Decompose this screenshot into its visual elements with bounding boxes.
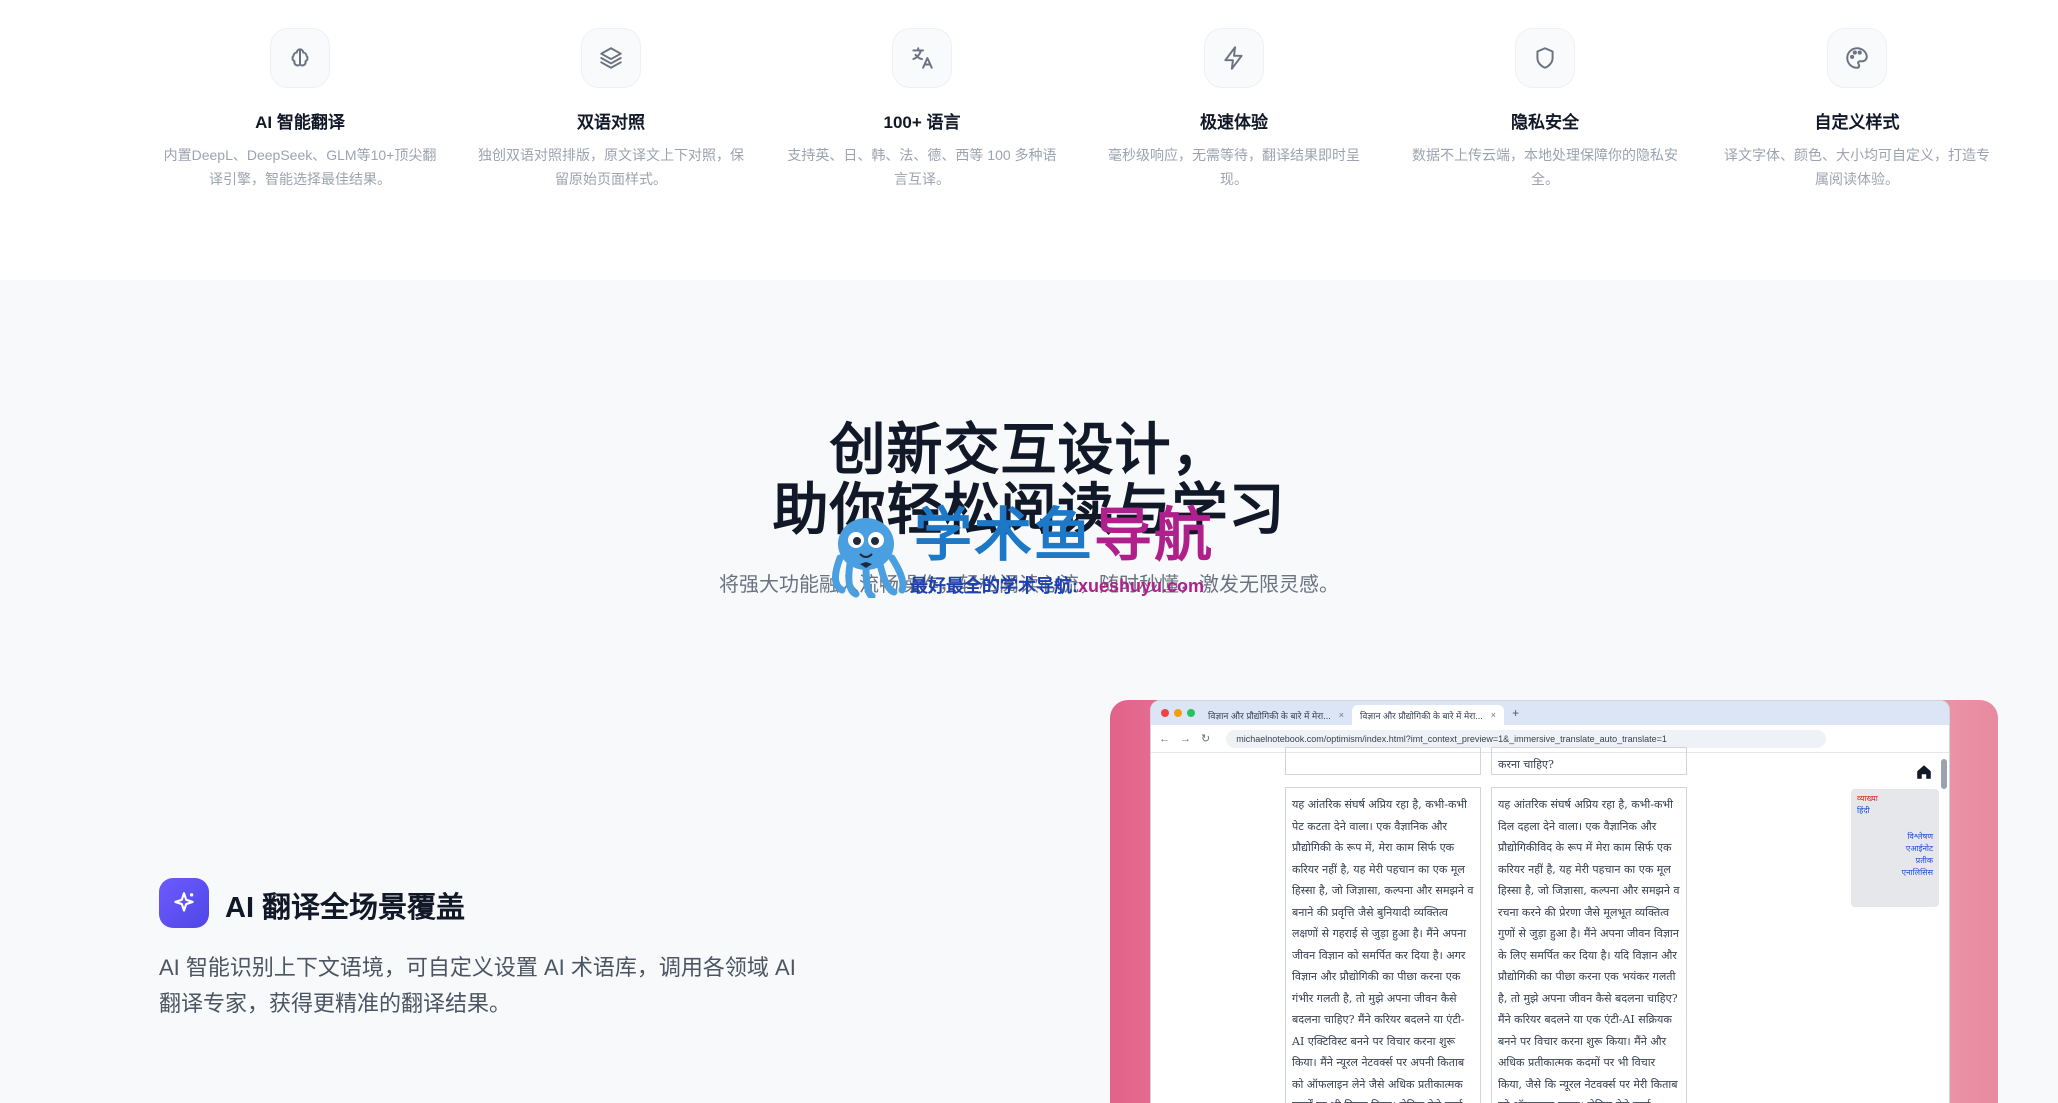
home-icon[interactable]	[1915, 763, 1933, 781]
scrollbar[interactable]	[1941, 759, 1947, 789]
feature-strip: AI 智能翻译 内置DeepL、DeepSeek、GLM等10+顶尖翻译引擎，智…	[0, 0, 2058, 280]
feature-privacy: 隐私安全 数据不上传云端，本地处理保障你的隐私安全。	[1400, 28, 1690, 191]
feature-detail-desc: AI 智能识别上下文语境，可自定义设置 AI 术语库，调用各领域 AI 翻译专家…	[159, 955, 796, 1016]
browser-window: विज्ञान और प्रौद्योगिकी के बारे में मेरा…	[1150, 700, 1950, 1103]
feature-desc: 毫秒级响应，无需等待，翻译结果即时呈现。	[1108, 147, 1360, 187]
feature-speed: 极速体验 毫秒级响应，无需等待，翻译结果即时呈现。	[1089, 28, 1379, 191]
feature-bilingual: 双语对照 独创双语对照排版，原文译文上下对照，保留原始页面样式。	[466, 28, 756, 191]
reload-icon[interactable]: ↻	[1201, 732, 1210, 745]
new-tab-icon[interactable]: +	[1512, 706, 1519, 720]
feature-desc: 独创双语对照排版，原文译文上下对照，保留原始页面样式。	[478, 147, 744, 187]
side-item[interactable]: हिंदी	[1857, 805, 1933, 817]
feature-desc: 支持英、日、韩、法、德、西等 100 多种语言互译。	[787, 147, 1057, 187]
browser-tab[interactable]: विज्ञान और प्रौद्योगिकी के बारे में मेरा…	[1200, 705, 1352, 725]
browser-tab-active[interactable]: विज्ञान और प्रौद्योगिकी के बारे में मेरा…	[1352, 705, 1505, 725]
feature-languages: 100+ 语言 支持英、日、韩、法、德、西等 100 多种语言互译。	[777, 28, 1067, 191]
close-tab-icon[interactable]: ×	[1339, 710, 1344, 720]
text-snippet-left	[1285, 747, 1481, 775]
original-text-column: यह आंतरिक संघर्ष अप्रिय रहा है, कभी-कभी …	[1285, 787, 1481, 1103]
feature-title: 双语对照	[577, 113, 645, 132]
feature-title: 隐私安全	[1511, 113, 1579, 132]
octopus-mascot-icon	[832, 518, 907, 598]
watermark-subtitle: 最好最全的学术导航:xueshuyu.com	[910, 572, 1204, 598]
side-item[interactable]: व्याख्या	[1857, 793, 1933, 805]
side-item[interactable]: विश्लेषण	[1857, 831, 1933, 843]
feature-title: 自定义样式	[1814, 113, 1900, 132]
translated-text-column: यह आंतरिक संघर्ष अप्रिय रहा है, कभी-कभी …	[1491, 787, 1687, 1103]
close-window-dot[interactable]	[1161, 709, 1169, 717]
shield-icon	[1515, 28, 1575, 88]
side-item[interactable]: एनालिसिस	[1857, 867, 1933, 879]
feature-desc: 译文字体、颜色、大小均可自定义，打造专属阅读体验。	[1724, 147, 1990, 187]
watermark-logo: 学术鱼导航 最好最全的学术导航:xueshuyu.com	[820, 500, 1240, 610]
lightning-icon	[1204, 28, 1264, 88]
page: AI 智能翻译 内置DeepL、DeepSeek、GLM等10+顶尖翻译引擎，智…	[0, 0, 2058, 1103]
maximize-window-dot[interactable]	[1187, 709, 1195, 717]
translation-side-panel: व्याख्या हिंदी विश्लेषण एआईनोट प्रतीक एन…	[1851, 789, 1939, 907]
palette-icon	[1827, 28, 1887, 88]
url-field[interactable]: michaelnotebook.com/optimism/index.html?…	[1226, 729, 1827, 748]
watermark-title-b: 导航	[1094, 503, 1215, 568]
brain-icon	[270, 28, 330, 88]
page-content: करना चाहिए? यह आंतरिक संघर्ष अप्रिय रहा …	[1151, 747, 1949, 1103]
feature-desc: 数据不上传云端，本地处理保障你的隐私安全。	[1412, 147, 1678, 187]
watermark-title-a: 学术鱼	[914, 503, 1095, 568]
feature-title: 极速体验	[1200, 113, 1268, 132]
product-screenshot: विज्ञान और प्रौद्योगिकी के बारे में मेरा…	[1110, 700, 1998, 1103]
heading-line-1: 创新交互设计，	[829, 418, 1229, 481]
text-snippet-right: करना चाहिए?	[1491, 747, 1687, 775]
tab-label: विज्ञान और प्रौद्योगिकी के बारे में मेरा…	[1208, 710, 1331, 721]
watermark-subtitle-text: 最好最全的学术导航:	[910, 576, 1078, 596]
feature-title: AI 智能翻译	[255, 113, 345, 132]
feature-desc: 内置DeepL、DeepSeek、GLM等10+顶尖翻译引擎，智能选择最佳结果。	[163, 147, 437, 187]
feature-ai-translate: AI 智能翻译 内置DeepL、DeepSeek、GLM等10+顶尖翻译引擎，智…	[155, 28, 445, 191]
back-arrow-icon[interactable]: ←	[1159, 733, 1170, 745]
side-item[interactable]: प्रतीक	[1857, 855, 1933, 867]
forward-arrow-icon[interactable]: →	[1180, 733, 1191, 745]
watermark-title: 学术鱼导航	[914, 504, 1214, 568]
close-tab-icon[interactable]: ×	[1491, 710, 1496, 720]
snippet-text: करना चाहिए?	[1498, 758, 1554, 771]
side-item[interactable]: एआईनोट	[1857, 843, 1933, 855]
feature-custom-style: 自定义样式 译文字体、颜色、大小均可自定义，打造专属阅读体验。	[1712, 28, 2002, 191]
sparkle-icon	[159, 878, 209, 928]
feature-title: 100+ 语言	[883, 113, 961, 132]
watermark-url: xueshuyu.com	[1078, 576, 1205, 596]
feature-detail-title: AI 翻译全场景覆盖	[225, 892, 466, 924]
layers-icon	[581, 28, 641, 88]
browser-tab-bar: विज्ञान और प्रौद्योगिकी के बारे में मेरा…	[1151, 701, 1949, 725]
translate-icon	[892, 28, 952, 88]
minimize-window-dot[interactable]	[1174, 709, 1182, 717]
tab-label: विज्ञान और प्रौद्योगिकी के बारे में मेरा…	[1360, 710, 1483, 721]
